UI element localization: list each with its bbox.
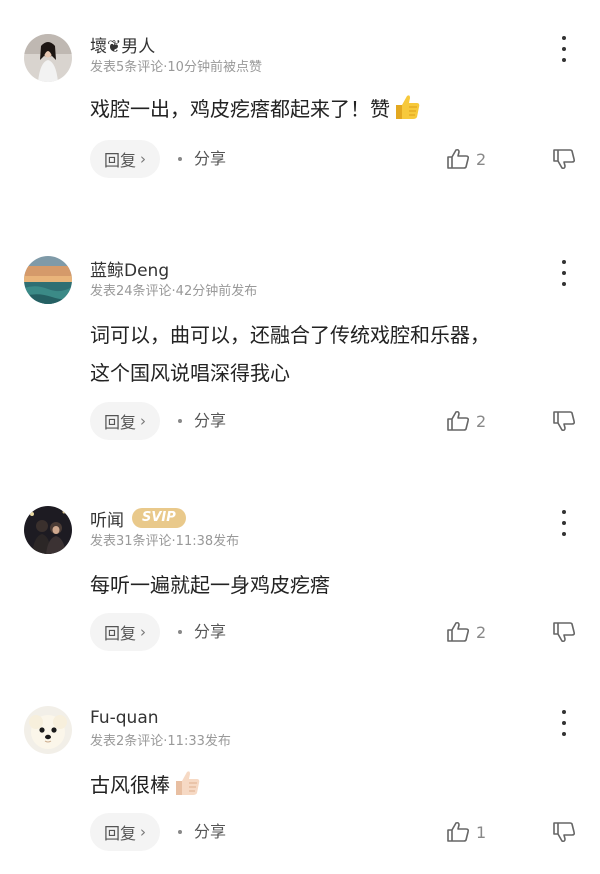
chevron-right-icon: ›: [140, 623, 147, 641]
username[interactable]: Fu-quan: [90, 708, 159, 728]
comment-line: 词可以，曲可以，还融合了传统戏腔和乐器，: [90, 323, 490, 347]
like-button[interactable]: 2: [446, 402, 486, 440]
more-options-icon[interactable]: [552, 510, 576, 536]
comment-actions: 回复 › 分享 1: [90, 813, 590, 851]
comment-actions: 回复 › 分享 2: [90, 613, 590, 651]
comment-meta: 发表5条评论·10分钟前被点赞: [90, 60, 262, 75]
thumbs-down-outline-icon[interactable]: [552, 410, 576, 436]
like-button[interactable]: 2: [446, 613, 486, 651]
like-count: 2: [476, 149, 487, 169]
like-button[interactable]: 2: [446, 140, 486, 178]
thumbs-down-outline-icon[interactable]: [552, 621, 576, 647]
comment-meta: 发表24条评论·42分钟前发布: [90, 284, 258, 299]
thumbs-up-outline-icon: [447, 148, 470, 169]
separator-dot: [178, 419, 182, 423]
reply-button[interactable]: 回复 ›: [90, 402, 161, 440]
username-row: 听闻 SVIP: [90, 506, 186, 531]
avatar[interactable]: [24, 34, 72, 82]
more-options-icon[interactable]: [552, 36, 576, 62]
share-button[interactable]: 分享: [194, 813, 226, 851]
thumbs-up-icon: [392, 92, 422, 134]
share-button[interactable]: 分享: [194, 140, 226, 178]
reply-button[interactable]: 回复 ›: [90, 140, 161, 178]
username[interactable]: 听闻: [90, 506, 124, 531]
like-count: 2: [476, 622, 487, 642]
reply-button[interactable]: 回复 ›: [90, 813, 161, 851]
comment-text: 戏腔一出，鸡皮疙瘩都起来了！赞: [90, 90, 580, 134]
comment-line: 每听一遍就起一身鸡皮疙瘩: [90, 573, 330, 597]
separator-dot: [178, 157, 182, 161]
more-options-icon[interactable]: [552, 710, 576, 736]
like-count: 2: [476, 411, 487, 431]
reply-button[interactable]: 回复 ›: [90, 613, 161, 651]
chevron-right-icon: ›: [140, 823, 147, 841]
more-options-icon[interactable]: [552, 260, 576, 286]
thumbs-up-outline-icon: [447, 410, 470, 431]
comment-line: 这个国风说唱深得我心: [90, 361, 290, 385]
share-button[interactable]: 分享: [194, 402, 226, 440]
comment-meta: 发表31条评论·11:38发布: [90, 534, 240, 549]
comment-line: 戏腔一出，鸡皮疙瘩都起来了！赞: [90, 90, 580, 134]
avatar[interactable]: [24, 706, 72, 754]
separator-dot: [178, 630, 182, 634]
comment-text: 词可以，曲可以，还融合了传统戏腔和乐器， 这个国风说唱深得我心: [90, 316, 580, 392]
chevron-right-icon: ›: [140, 412, 147, 430]
username-row: Fu-quan: [90, 706, 159, 730]
comment-actions: 回复 › 分享 2: [90, 402, 590, 440]
like-count: 1: [476, 822, 487, 842]
comment-meta: 发表2条评论·11:33发布: [90, 734, 231, 749]
like-button[interactable]: 1: [446, 813, 486, 851]
comment-text: 每听一遍就起一身鸡皮疙瘩: [90, 566, 580, 604]
comment-line: 古风很棒: [90, 766, 580, 810]
share-button[interactable]: 分享: [194, 613, 226, 651]
thumbs-up-outline-icon: [447, 621, 470, 642]
username-row: 壞❦男人: [90, 32, 155, 57]
avatar[interactable]: [24, 256, 72, 304]
username[interactable]: 壞❦男人: [90, 32, 155, 57]
thumbs-down-outline-icon[interactable]: [552, 148, 576, 174]
comment-text: 古风很棒: [90, 766, 580, 810]
chevron-right-icon: ›: [140, 150, 147, 168]
thumbs-up-outline-icon: [447, 821, 470, 842]
thumbs-down-outline-icon[interactable]: [552, 821, 576, 847]
avatar[interactable]: [24, 506, 72, 554]
thumbs-up-icon: [172, 768, 202, 810]
separator-dot: [178, 830, 182, 834]
username-row: 蓝鲸Deng: [90, 256, 169, 281]
username[interactable]: 蓝鲸Deng: [90, 256, 169, 281]
svip-badge: SVIP: [132, 508, 186, 528]
comment-actions: 回复 › 分享 2: [90, 140, 590, 178]
